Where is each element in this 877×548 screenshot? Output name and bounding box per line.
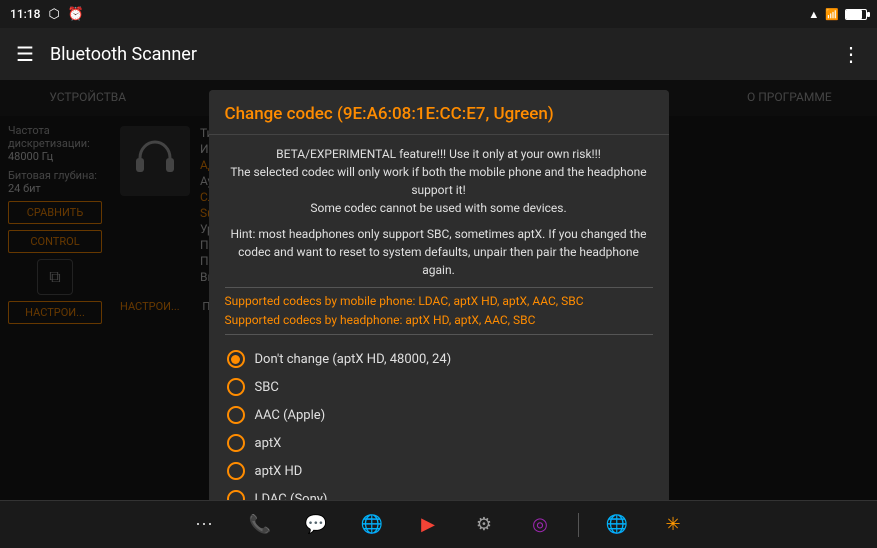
dialog-body: BETA/EXPERIMENTAL feature!!! Use it only…: [209, 135, 669, 500]
codec-label-0: Don't change (aptX HD, 48000, 24): [255, 352, 452, 367]
codec-radio-1[interactable]: [227, 378, 245, 396]
app-title: Bluetooth Scanner: [50, 44, 197, 65]
supported-mobile: Supported codecs by mobile phone: LDAC, …: [225, 287, 653, 335]
codec-label-5: LDAC (Sony): [255, 492, 328, 500]
codec-radio-5[interactable]: [227, 490, 245, 500]
warning-text-1: BETA/EXPERIMENTAL feature!!! Use it only…: [225, 145, 653, 217]
nav-grid-icon[interactable]: ⋯: [186, 507, 222, 543]
codec-option-4[interactable]: aptX HD: [225, 457, 653, 485]
nav-chrome-icon[interactable]: 🌐: [354, 507, 390, 543]
codec-label-4: aptX HD: [255, 464, 303, 479]
codec-option-1[interactable]: SBC: [225, 373, 653, 401]
nav-pinwheel-icon[interactable]: ✳: [655, 507, 691, 543]
codec-radio-2[interactable]: [227, 406, 245, 424]
codec-label-1: SBC: [255, 380, 279, 395]
alarm-icon: ⏰: [68, 7, 84, 22]
codec-option-0[interactable]: Don't change (aptX HD, 48000, 24): [225, 345, 653, 373]
signal-icon: 📶: [825, 8, 839, 21]
nav-chat-icon[interactable]: 💬: [298, 507, 334, 543]
nav-youtube-icon[interactable]: ▶: [410, 507, 446, 543]
codec-option-5[interactable]: LDAC (Sony): [225, 485, 653, 500]
codec-label-3: aptX: [255, 436, 282, 451]
status-bar: 11:18 ⬡ ⏰ ▲ 📶: [0, 0, 877, 28]
codec-option-3[interactable]: aptX: [225, 429, 653, 457]
wifi-icon: ▲: [808, 8, 819, 21]
dialog-title: Change codec (9E:A6:08:1E:CC:E7, Ugreen): [209, 90, 669, 135]
battery-icon: [845, 9, 867, 20]
time: 11:18: [10, 7, 40, 21]
codec-radio-4[interactable]: [227, 462, 245, 480]
hamburger-icon[interactable]: ☰: [16, 42, 34, 66]
nav-chrome2-icon[interactable]: 🌐: [599, 507, 635, 543]
status-bar-left: 11:18 ⬡ ⏰: [10, 7, 84, 22]
hint-text: Hint: most headphones only support SBC, …: [225, 225, 653, 279]
nav-phone-icon[interactable]: 📞: [242, 507, 278, 543]
more-icon[interactable]: ⋮: [841, 42, 861, 66]
nav-radio-icon[interactable]: ◎: [522, 507, 558, 543]
codec-radio-0[interactable]: [227, 350, 245, 368]
status-bar-right: ▲ 📶: [808, 8, 867, 21]
bottom-nav: ⋯ 📞 💬 🌐 ▶ ⚙ ◎ 🌐 ✳: [0, 500, 877, 548]
app-bar: ☰ Bluetooth Scanner ⋮: [0, 28, 877, 80]
bluetooth-icon: ⬡: [48, 7, 59, 22]
main-content: Устройства Сопр. ы О программе Тип: Науш…: [0, 80, 877, 500]
codec-radio-3[interactable]: [227, 434, 245, 452]
nav-divider: [578, 513, 579, 537]
codec-option-2[interactable]: AAC (Apple): [225, 401, 653, 429]
change-codec-dialog: Change codec (9E:A6:08:1E:CC:E7, Ugreen)…: [209, 90, 669, 500]
nav-settings-icon[interactable]: ⚙: [466, 507, 502, 543]
dialog-overlay: Change codec (9E:A6:08:1E:CC:E7, Ugreen)…: [0, 80, 877, 500]
codec-label-2: AAC (Apple): [255, 408, 326, 423]
